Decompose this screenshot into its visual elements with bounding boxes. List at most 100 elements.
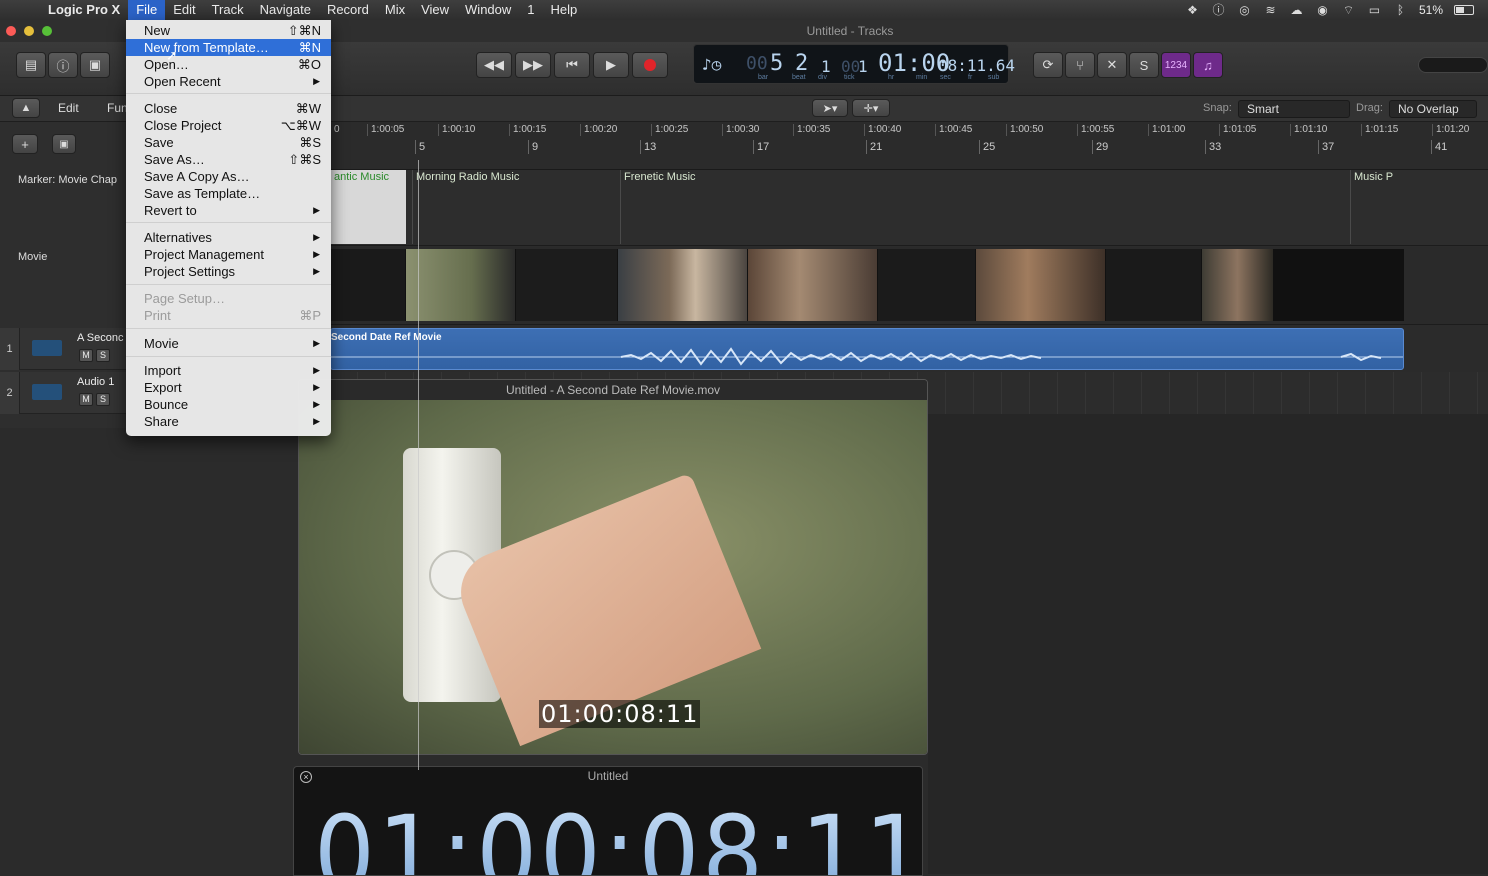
inspector-button[interactable]: ⓘ bbox=[48, 52, 78, 78]
menu-item-save-template[interactable]: Save as Template… bbox=[126, 185, 331, 202]
lcd-label-bar: bar bbox=[758, 74, 769, 81]
marker[interactable]: Morning Radio Music bbox=[412, 170, 618, 244]
playhead[interactable] bbox=[418, 160, 419, 770]
track-name[interactable]: Audio 1 bbox=[77, 376, 114, 388]
solo-button[interactable]: S bbox=[1129, 52, 1159, 78]
menu-item-save[interactable]: Save ⌘S bbox=[126, 134, 331, 151]
timeline-ruler[interactable]: 0 1:00:05 1:00:10 1:00:15 1:00:20 1:00:2… bbox=[330, 122, 1488, 170]
minimize-window-button[interactable] bbox=[24, 26, 34, 36]
menu-window[interactable]: Window bbox=[457, 0, 519, 20]
close-window-button[interactable] bbox=[6, 26, 16, 36]
track-header-1[interactable]: 1 A Seconc M S bbox=[0, 328, 126, 370]
edit-menu[interactable]: Edit bbox=[58, 101, 79, 115]
drag-value: No Overlap bbox=[1398, 102, 1459, 116]
file-menu-dropdown: New ⇧⌘N New from Template… ⌘N Open… ⌘O Open… bbox=[126, 20, 331, 436]
snap-select[interactable]: Smart bbox=[1238, 100, 1350, 118]
pointer-tool[interactable]: ➤▾ bbox=[812, 99, 848, 117]
marker[interactable]: Frenetic Music bbox=[620, 170, 1350, 244]
tuner-button[interactable]: ⑂ bbox=[1065, 52, 1095, 78]
menu-item-save-as[interactable]: Save As… ⇧⌘S bbox=[126, 151, 331, 168]
mute-button[interactable]: M bbox=[79, 393, 93, 406]
menu-separator bbox=[126, 284, 331, 285]
folder-button[interactable]: ▣ bbox=[52, 134, 76, 154]
dropbox-icon[interactable]: ❖ bbox=[1185, 4, 1200, 16]
menu-app-name[interactable]: Logic Pro X bbox=[40, 0, 128, 20]
wifi-icon[interactable]: ⌔ bbox=[1341, 4, 1356, 16]
metronome-icon[interactable]: ♪◷ bbox=[702, 55, 721, 74]
lcd-label-beat: beat bbox=[792, 74, 806, 81]
menu-item-new-from-template[interactable]: New from Template… ⌘N bbox=[126, 39, 331, 56]
solo-button[interactable]: S bbox=[96, 393, 110, 406]
menu-item-project-settings[interactable]: Project Settings ▶ bbox=[126, 263, 331, 280]
menu-item-export[interactable]: Export ▶ bbox=[126, 379, 331, 396]
creative-cloud-icon[interactable]: ◎ bbox=[1237, 4, 1252, 16]
info-icon[interactable]: ⓘ bbox=[1211, 4, 1226, 16]
menu-item-open[interactable]: Open… ⌘O bbox=[126, 56, 331, 73]
menu-item-new[interactable]: New ⇧⌘N bbox=[126, 22, 331, 39]
solo-icon: S bbox=[1139, 57, 1149, 73]
zoom-window-button[interactable] bbox=[42, 26, 52, 36]
movie-window[interactable]: Untitled - A Second Date Ref Movie.mov 0… bbox=[298, 379, 928, 755]
count-in-button[interactable]: 1234 bbox=[1161, 52, 1191, 78]
menu-item-import[interactable]: Import ▶ bbox=[126, 362, 331, 379]
up-button[interactable]: ▲ bbox=[12, 98, 40, 118]
menu-record[interactable]: Record bbox=[319, 0, 377, 20]
rewind-button[interactable]: ◀◀ bbox=[476, 52, 512, 78]
library-button[interactable]: ▤ bbox=[16, 52, 46, 78]
lcd-beat: 2 bbox=[795, 51, 809, 76]
drag-select[interactable]: No Overlap bbox=[1389, 100, 1477, 118]
cloud-icon[interactable]: ☁ bbox=[1289, 4, 1304, 16]
menu-item-alternatives[interactable]: Alternatives ▶ bbox=[126, 229, 331, 246]
menu-item-save-copy[interactable]: Save A Copy As… bbox=[126, 168, 331, 185]
menu-view[interactable]: View bbox=[413, 0, 457, 20]
menu-help[interactable]: Help bbox=[543, 0, 586, 20]
track-header-2[interactable]: 2 Audio 1 M S bbox=[0, 372, 126, 414]
menu-item-open-recent[interactable]: Open Recent ▶ bbox=[126, 73, 331, 90]
menu-file[interactable]: File bbox=[128, 0, 166, 20]
track-name[interactable]: A Seconc bbox=[77, 332, 123, 344]
mute-button[interactable]: M bbox=[79, 349, 93, 362]
menu-item-revert[interactable]: Revert to ▶ bbox=[126, 202, 331, 219]
fast-forward-button[interactable]: ▶▶ bbox=[515, 52, 551, 78]
apple-menu-icon[interactable] bbox=[16, 3, 30, 17]
skype-icon[interactable]: ◉ bbox=[1315, 4, 1330, 16]
play-button[interactable]: ▶ bbox=[593, 52, 629, 78]
shortcut: ⌘W bbox=[295, 101, 321, 116]
metronome-button[interactable]: ♫ bbox=[1193, 52, 1223, 78]
battery-percent[interactable]: 51% bbox=[1419, 3, 1443, 17]
marker[interactable]: antic Music bbox=[330, 170, 406, 244]
menu-edit[interactable]: Edit bbox=[165, 0, 203, 20]
record-button[interactable] bbox=[632, 52, 668, 78]
menu-item-label: Movie bbox=[144, 336, 179, 351]
solo-button[interactable]: S bbox=[96, 349, 110, 362]
wifi-bars-icon[interactable]: ≋ bbox=[1263, 4, 1278, 16]
lcd-display[interactable]: ♪◷ 00 5 2 1 00 1 01:00 08:11.64 bar beat… bbox=[693, 44, 1015, 84]
master-volume-slider[interactable] bbox=[1418, 57, 1488, 73]
menu-mix[interactable]: Mix bbox=[377, 0, 413, 20]
menu-navigate[interactable]: Navigate bbox=[252, 0, 319, 20]
menu-item-bounce[interactable]: Bounce ▶ bbox=[126, 396, 331, 413]
marker-track-label: Marker: Movie Chap bbox=[18, 174, 118, 186]
menu-item-project-management[interactable]: Project Management ▶ bbox=[126, 246, 331, 263]
menu-1[interactable]: 1 bbox=[519, 0, 542, 20]
toolbar-toggle-button[interactable]: ▣ bbox=[80, 52, 110, 78]
replace-button[interactable]: ✕ bbox=[1097, 52, 1127, 78]
menu-item-movie[interactable]: Movie ▶ bbox=[126, 335, 331, 352]
snap-label: Snap: bbox=[1203, 102, 1232, 114]
big-time-display-window[interactable]: × Untitled 01:00:08:11.64 bbox=[293, 766, 923, 876]
go-to-beginning-button[interactable]: ⏮ bbox=[554, 52, 590, 78]
menu-track[interactable]: Track bbox=[204, 0, 252, 20]
menu-item-share[interactable]: Share ▶ bbox=[126, 413, 331, 430]
marker[interactable]: Music P bbox=[1350, 170, 1405, 244]
shortcut: ⌥⌘W bbox=[280, 118, 321, 133]
functions-menu[interactable]: Fun bbox=[107, 101, 128, 115]
menu-item-close[interactable]: Close ⌘W bbox=[126, 100, 331, 117]
add-track-button[interactable]: + bbox=[12, 134, 38, 154]
secondary-tool[interactable]: ✛▾ bbox=[852, 99, 890, 117]
bluetooth-icon[interactable]: ᛒ bbox=[1393, 4, 1408, 16]
battery-icon[interactable] bbox=[1454, 5, 1474, 15]
cycle-button[interactable]: ⟳ bbox=[1033, 52, 1063, 78]
airplay-icon[interactable]: ▭ bbox=[1367, 4, 1382, 16]
audio-region[interactable]: Second Date Ref Movie bbox=[330, 328, 1404, 370]
menu-item-close-project[interactable]: Close Project ⌥⌘W bbox=[126, 117, 331, 134]
